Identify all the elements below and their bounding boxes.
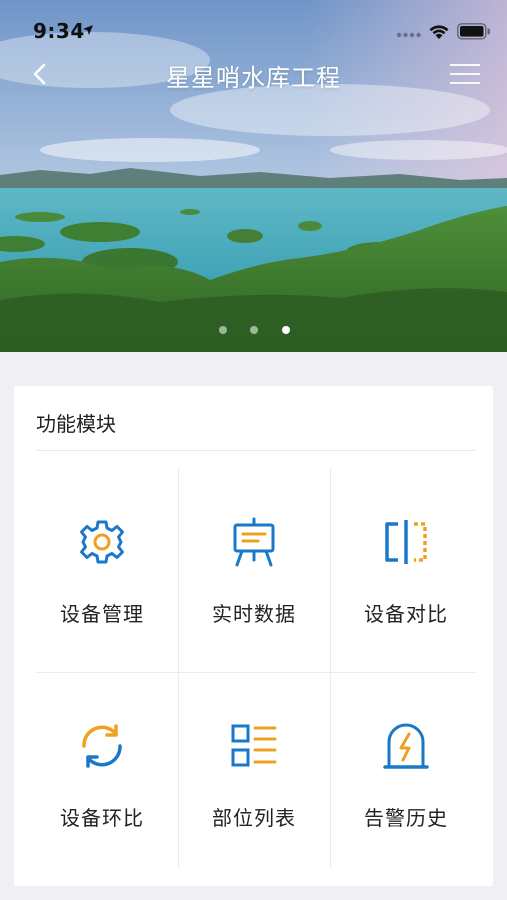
module-device-management[interactable]: 设备管理 bbox=[26, 470, 178, 670]
card-title: 功能模块 bbox=[36, 412, 116, 436]
carousel-dot[interactable] bbox=[250, 326, 258, 334]
presentation-board-icon bbox=[233, 517, 275, 567]
navigation-bar: 星星哨水库工程 bbox=[0, 52, 507, 96]
gear-icon bbox=[80, 520, 124, 564]
function-module-card: 功能模块 设备管理 实时数据 设备对比 设备环比 部位列表 告警历史 bbox=[14, 386, 493, 886]
carousel-dot[interactable] bbox=[219, 326, 227, 334]
battery-icon bbox=[457, 23, 490, 40]
menu-icon-line bbox=[450, 82, 480, 84]
wifi-icon bbox=[429, 25, 449, 39]
signal-dots-icon bbox=[396, 32, 421, 38]
page-title: 星星哨水库工程 bbox=[166, 64, 341, 92]
divider bbox=[36, 450, 476, 451]
menu-button[interactable] bbox=[450, 64, 484, 90]
module-device-period-comparison[interactable]: 设备环比 bbox=[26, 674, 178, 874]
module-label: 告警历史 bbox=[364, 806, 448, 830]
list-icon bbox=[231, 724, 277, 767]
banner-carousel[interactable]: 9:34 星星哨水库工程 bbox=[0, 0, 507, 352]
menu-icon-line bbox=[450, 73, 480, 75]
alarm-lightning-icon bbox=[383, 723, 429, 769]
carousel-dot-active[interactable] bbox=[282, 326, 290, 334]
module-alarm-history[interactable]: 告警历史 bbox=[330, 674, 482, 874]
module-device-comparison[interactable]: 设备对比 bbox=[330, 470, 482, 670]
module-location-list[interactable]: 部位列表 bbox=[178, 674, 330, 874]
compare-icon bbox=[385, 520, 427, 564]
module-label: 设备对比 bbox=[364, 602, 448, 626]
status-time: 9:34 bbox=[33, 19, 85, 43]
carousel-page-indicator bbox=[0, 326, 507, 336]
module-label: 设备环比 bbox=[60, 806, 144, 830]
menu-icon-line bbox=[450, 64, 480, 66]
refresh-cycle-icon bbox=[82, 724, 122, 768]
module-realtime-data[interactable]: 实时数据 bbox=[178, 470, 330, 670]
grid-divider bbox=[36, 672, 476, 673]
location-arrow-icon bbox=[83, 25, 93, 35]
module-label: 实时数据 bbox=[212, 602, 296, 626]
module-label: 部位列表 bbox=[212, 806, 296, 830]
module-label: 设备管理 bbox=[60, 602, 144, 626]
